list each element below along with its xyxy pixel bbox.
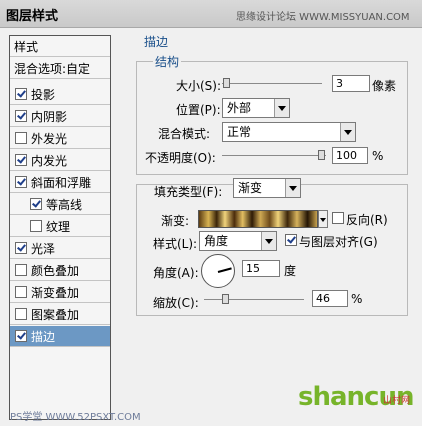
sidebar-item-label: 颜色叠加 <box>31 263 80 278</box>
sidebar-item-label: 斜面和浮雕 <box>31 175 92 190</box>
blend-mode-select-value: 正常 <box>227 125 252 139</box>
angle-dial[interactable] <box>201 254 235 288</box>
opacity-slider-thumb[interactable] <box>318 150 325 160</box>
blend-options-label: 混合选项:自定 <box>14 61 91 76</box>
size-label: 大小(S): <box>176 79 222 93</box>
checkbox-pattern-overlay[interactable] <box>15 308 27 320</box>
gradient-preview[interactable] <box>198 210 318 228</box>
chevron-down-icon <box>261 232 276 250</box>
align-with-layer-label: 与图层对齐(G) <box>299 235 378 249</box>
window-title: 图层样式 <box>6 9 59 24</box>
watermark-top: 思缘设计论坛 WWW.MISSYUAN.COM <box>236 12 410 23</box>
checkbox-contour[interactable] <box>30 198 42 210</box>
checkbox-inner-glow[interactable] <box>15 154 27 166</box>
position-select-value: 外部 <box>227 101 252 115</box>
sidebar-item-label: 渐变叠加 <box>31 285 80 300</box>
sidebar-item-pattern-overlay[interactable]: 图案叠加 <box>10 304 110 325</box>
fill-type-select-value: 渐变 <box>238 181 263 195</box>
watermark-bottom: PS学堂 WWW.52PSXT.COM <box>10 412 141 423</box>
sidebar-item-label: 描边 <box>31 329 56 344</box>
sidebar-item-satin[interactable]: 光泽 <box>10 238 110 259</box>
size-unit: 像素 <box>372 79 397 93</box>
checkbox-color-overlay[interactable] <box>15 264 27 276</box>
scale-unit: % <box>351 292 363 306</box>
size-input[interactable]: 3 <box>332 75 370 92</box>
opacity-input[interactable]: 100 <box>332 147 368 164</box>
sidebar-item-contour[interactable]: 等高线 <box>10 194 110 215</box>
checkbox-bevel-emboss[interactable] <box>15 176 27 188</box>
sidebar-item-inner-shadow[interactable]: 内阴影 <box>10 106 110 127</box>
checkbox-stroke[interactable] <box>15 330 27 342</box>
sidebar-item-label: 投影 <box>31 87 56 102</box>
angle-dial-needle <box>217 267 232 273</box>
checkbox-outer-glow[interactable] <box>15 132 27 144</box>
checkbox-satin[interactable] <box>15 242 27 254</box>
sidebar-item-label: 内发光 <box>31 153 68 168</box>
angle-unit: 度 <box>284 264 297 278</box>
sidebar-item-label: 等高线 <box>46 197 83 212</box>
opacity-unit: % <box>372 149 384 163</box>
sidebar-item-inner-glow[interactable]: 内发光 <box>10 150 110 171</box>
scale-slider-track[interactable] <box>204 299 304 300</box>
align-with-layer-checkbox[interactable] <box>285 234 297 246</box>
angle-label: 角度(A): <box>153 266 199 280</box>
sidebar-item-label: 光泽 <box>31 241 56 256</box>
sidebar-item-label: 内阴影 <box>31 109 68 124</box>
structure-title: 结构 <box>153 53 182 70</box>
sidebar-item-label: 纹理 <box>46 219 71 234</box>
gradient-label: 渐变: <box>161 214 190 228</box>
position-label: 位置(P): <box>176 103 221 117</box>
blend-mode-select[interactable]: 正常 <box>222 122 356 142</box>
size-slider-thumb[interactable] <box>223 78 230 88</box>
sidebar-item-bevel-emboss[interactable]: 斜面和浮雕 <box>10 172 110 193</box>
fill-type-select[interactable]: 渐变 <box>233 178 301 198</box>
reverse-label: 反向(R) <box>346 213 388 227</box>
style-list-panel: 样式 混合选项:自定 投影 内阴影 外发光 内发光 斜面和浮雕 等高线 纹理 光… <box>9 35 111 420</box>
fill-type-label: 填充类型(F): <box>154 185 223 199</box>
style-select-value: 角度 <box>204 234 229 248</box>
opacity-label: 不透明度(O): <box>145 151 216 165</box>
chevron-down-icon <box>285 179 300 197</box>
sidebar-item-color-overlay[interactable]: 颜色叠加 <box>10 260 110 281</box>
blend-options-item[interactable]: 混合选项:自定 <box>10 58 110 79</box>
sidebar-item-label: 图案叠加 <box>31 307 80 322</box>
reverse-checkbox[interactable] <box>332 212 344 224</box>
styles-header[interactable]: 样式 <box>10 36 110 57</box>
position-select[interactable]: 外部 <box>222 98 290 118</box>
checkbox-drop-shadow[interactable] <box>15 88 27 100</box>
blend-mode-label: 混合模式: <box>158 127 211 141</box>
checkbox-texture[interactable] <box>30 220 42 232</box>
styles-header-label: 样式 <box>14 39 39 54</box>
chevron-down-icon <box>274 99 289 117</box>
chevron-down-icon <box>340 123 355 141</box>
style-select[interactable]: 角度 <box>199 231 277 251</box>
scale-label: 缩放(C): <box>153 296 199 310</box>
sidebar-item-outer-glow[interactable]: 外发光 <box>10 128 110 149</box>
sidebar-item-texture[interactable]: 纹理 <box>10 216 110 237</box>
section-title-stroke: 描边 <box>144 35 169 49</box>
scale-slider-thumb[interactable] <box>222 294 229 304</box>
sidebar-item-drop-shadow[interactable]: 投影 <box>10 84 110 105</box>
sidebar-item-label: 外发光 <box>31 131 68 146</box>
angle-input[interactable]: 15 <box>242 260 280 277</box>
checkbox-inner-shadow[interactable] <box>15 110 27 122</box>
checkbox-gradient-overlay[interactable] <box>15 286 27 298</box>
size-slider-track[interactable] <box>222 83 322 84</box>
opacity-slider-track[interactable] <box>222 155 326 156</box>
sidebar-item-gradient-overlay[interactable]: 渐变叠加 <box>10 282 110 303</box>
scale-input[interactable]: 46 <box>312 290 348 307</box>
style-label: 样式(L): <box>153 237 198 251</box>
shancun-logo-sub: 山村网 <box>383 396 411 406</box>
sidebar-item-stroke[interactable]: 描边 <box>10 326 110 347</box>
gradient-dropdown-button[interactable] <box>318 210 328 228</box>
title-bar: 图层样式 思缘设计论坛 WWW.MISSYUAN.COM <box>0 0 422 28</box>
